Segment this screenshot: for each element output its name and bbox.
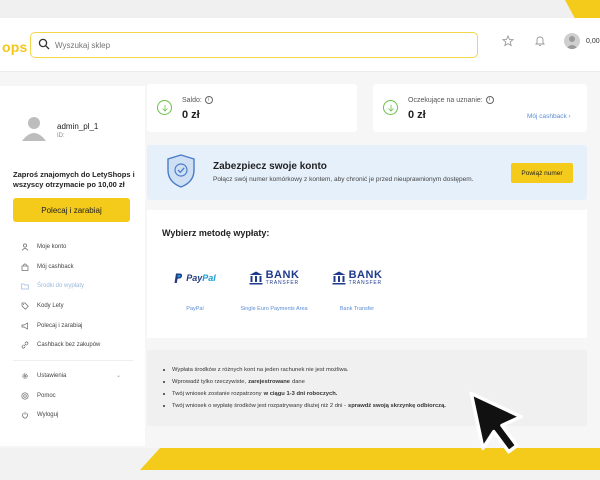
- sidebar-item-label: Polecaj i zarabiaj: [37, 323, 83, 329]
- user-icon: [21, 243, 29, 251]
- bell-icon[interactable]: [534, 35, 546, 47]
- sidebar-item-lety-codes[interactable]: Kody Lety: [21, 300, 64, 312]
- method-label-sepa[interactable]: Single Euro Payments Area: [234, 306, 314, 313]
- header: ops 0,00: [0, 18, 600, 72]
- sidebar-item-my-account[interactable]: Moje konto: [21, 241, 66, 253]
- arrow-down-icon: [157, 100, 172, 115]
- my-cashback-link[interactable]: Mój cashback ›: [527, 113, 571, 120]
- pending-card: Oczekujące na uznanie: i 0 zł Mój cashbac…: [373, 84, 587, 132]
- method-label-bank-transfer[interactable]: Bank Transfer: [317, 306, 397, 313]
- folder-icon: [21, 282, 29, 290]
- method-sepa[interactable]: BANK TRANSFER: [239, 254, 309, 302]
- gear-icon: [21, 372, 29, 380]
- bank-building-icon: [249, 271, 263, 285]
- sidebar-item-label: Mój cashback: [37, 264, 74, 270]
- info-icon[interactable]: i: [485, 96, 494, 104]
- link-icon: [21, 341, 29, 349]
- security-text: Połącz swój numer komórkowy z kontem, ab…: [213, 176, 474, 183]
- balance-card: Saldo: i 0 zł: [147, 84, 357, 132]
- arrow-down-icon: [383, 100, 398, 115]
- pending-value: 0 zł: [408, 109, 426, 121]
- sidebar-item-help[interactable]: Pomoc: [21, 390, 56, 402]
- sidebar-divider: [13, 360, 133, 361]
- header-balance: 0,00: [586, 38, 600, 45]
- search-icon: [38, 38, 50, 50]
- logo[interactable]: ops: [2, 39, 28, 55]
- sidebar-item-label: Ustawienia: [37, 373, 67, 379]
- info-icon[interactable]: i: [204, 96, 213, 104]
- user-avatar-small[interactable]: [564, 33, 580, 49]
- link-phone-button[interactable]: Powiąż numer: [511, 163, 573, 183]
- paypal-logo-icon: [174, 273, 183, 283]
- bank-transfer-logo: BANK TRANSFER: [265, 269, 300, 286]
- payout-methods: Wybierz metodę wypłaty: PayPal PayPal BA…: [147, 210, 587, 338]
- note-item: Wypłata środków z różnych kont na jeden …: [163, 364, 448, 376]
- sidebar-item-cashback-no-purchase[interactable]: Cashback bez zakupów: [21, 339, 100, 351]
- bank-transfer-logo: BANK TRANSFER: [348, 269, 383, 286]
- invite-text: Zaproś znajomych do LetyShops i wszyscy …: [13, 170, 135, 189]
- method-paypal[interactable]: PayPal: [160, 254, 230, 302]
- sidebar-item-label: Środki do wypłaty: [37, 283, 85, 289]
- methods-title: Wybierz metodę wypłaty:: [162, 228, 270, 238]
- sidebar-item-label: Cashback bez zakupów: [37, 342, 101, 348]
- sidebar-item-label: Pomoc: [37, 393, 56, 399]
- user-id-label: ID:: [57, 133, 65, 139]
- search-input[interactable]: [55, 36, 465, 54]
- method-label-paypal[interactable]: PayPal: [155, 306, 235, 313]
- balance-label: Saldo: i: [182, 96, 213, 104]
- help-icon: [21, 392, 29, 400]
- paypal-logo: PayPal: [186, 273, 216, 283]
- logout-icon: [21, 411, 29, 419]
- security-banner: Zabezpiecz swoje konto Połącz swój numer…: [147, 145, 587, 200]
- invite-button[interactable]: Polecaj i zarabiaj: [13, 198, 130, 222]
- chevron-down-icon[interactable]: ⌄: [116, 372, 121, 379]
- pending-label: Oczekujące na uznanie: i: [408, 96, 494, 104]
- note-item: Twój wniosek o wypłatę środków jest rozp…: [163, 400, 448, 412]
- note-item: Twój wniosek zostanie rozpatrzony w ciągu…: [163, 388, 448, 400]
- security-title: Zabezpiecz swoje konto: [213, 161, 327, 172]
- search-bar[interactable]: [30, 32, 478, 58]
- megaphone-icon: [21, 322, 29, 330]
- mouse-cursor-icon: [469, 391, 523, 454]
- sidebar-item-label: Wyloguj: [37, 412, 59, 418]
- shield-icon: [167, 154, 195, 188]
- user-avatar: [22, 117, 46, 141]
- star-icon[interactable]: [502, 35, 514, 47]
- balance-value: 0 zł: [182, 109, 200, 121]
- bag-icon: [21, 263, 29, 271]
- sidebar-item-label: Kody Lety: [37, 303, 64, 309]
- sidebar-item-my-cashback[interactable]: Mój cashback: [21, 261, 74, 273]
- sidebar-item-label: Moje konto: [37, 244, 67, 250]
- method-bank-transfer[interactable]: BANK TRANSFER: [322, 254, 392, 302]
- sidebar-item-logout[interactable]: Wyloguj: [21, 409, 58, 421]
- bank-building-icon: [332, 271, 346, 285]
- sidebar-item-refer-earn[interactable]: Polecaj i zarabiaj: [21, 320, 82, 332]
- note-item: Wprowadź tylko rzeczywiste, zarejestrowan…: [163, 376, 448, 388]
- tag-icon: [21, 302, 29, 310]
- sidebar-item-settings[interactable]: Ustawienia: [21, 370, 66, 382]
- sidebar-item-withdrawal-funds[interactable]: Środki do wypłaty: [21, 280, 84, 292]
- username: admin_pl_1: [57, 122, 99, 131]
